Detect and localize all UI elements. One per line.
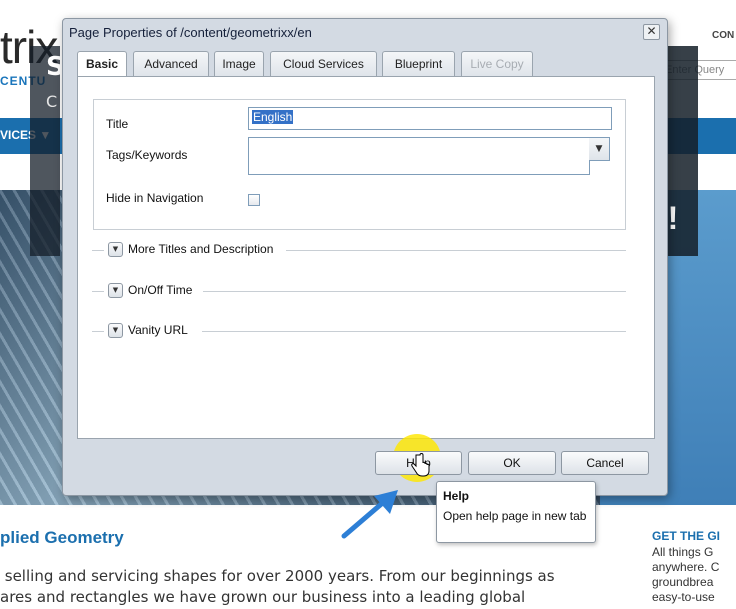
side-body-line: anywhere. C <box>652 560 720 574</box>
dialog-title: Page Properties of /content/geometrixx/e… <box>69 25 312 40</box>
tab-live-copy: Live Copy <box>461 51 533 76</box>
section-body-line: ares and rectangles we have grown our bu… <box>0 588 526 606</box>
annotation-arrow-icon <box>341 490 398 539</box>
section-body-line: selling and servicing shapes for over 20… <box>0 567 555 585</box>
hide-in-navigation-label: Hide in Navigation <box>106 191 204 205</box>
side-body-line: easy-to-use <box>652 590 715 604</box>
side-body-line: groundbrea <box>652 575 714 589</box>
section-label: Vanity URL <box>128 323 192 337</box>
close-icon[interactable]: ✕ <box>643 24 660 40</box>
chevron-down-icon[interactable]: ▼ <box>589 137 610 161</box>
title-label: Title <box>106 117 129 131</box>
hide-in-navigation-checkbox[interactable] <box>248 194 260 206</box>
tab-image[interactable]: Image <box>214 51 264 76</box>
side-body: All things G anywhere. C groundbrea easy… <box>652 545 736 605</box>
ok-button[interactable]: OK <box>468 451 556 475</box>
section-on-off-time[interactable]: ▼ On/Off Time <box>92 283 626 299</box>
section-heading: plied Geometry <box>0 528 124 547</box>
section-more-titles[interactable]: ▼ More Titles and Description <box>92 242 626 258</box>
title-input-value: English <box>252 110 294 124</box>
hero-subheading: C <box>46 92 58 111</box>
section-label: On/Off Time <box>128 283 197 297</box>
tab-basic[interactable]: Basic <box>77 51 127 78</box>
tab-panel-basic: Title English Tags/Keywords ▼ Hide in Na… <box>77 76 655 439</box>
tooltip-title: Help <box>443 489 470 503</box>
section-body: selling and servicing shapes for over 20… <box>0 566 640 608</box>
tab-advanced[interactable]: Advanced <box>133 51 209 76</box>
page-properties-dialog: Page Properties of /content/geometrixx/e… <box>62 18 668 496</box>
side-body-line: All things G <box>652 545 714 559</box>
section-vanity-url[interactable]: ▼ Vanity URL <box>92 323 626 339</box>
hand-cursor-icon <box>411 453 430 477</box>
tab-cloud-services[interactable]: Cloud Services <box>270 51 377 76</box>
expand-toggle-icon[interactable]: ▼ <box>108 323 123 338</box>
tags-label: Tags/Keywords <box>106 148 188 162</box>
tab-blueprint[interactable]: Blueprint <box>382 51 455 76</box>
title-input[interactable]: English <box>248 107 612 130</box>
cancel-button[interactable]: Cancel <box>561 451 649 475</box>
expand-toggle-icon[interactable]: ▼ <box>108 283 123 298</box>
tags-input[interactable] <box>248 137 590 175</box>
top-nav-link[interactable]: CON <box>712 30 734 41</box>
expand-toggle-icon[interactable]: ▼ <box>108 242 123 257</box>
side-heading[interactable]: GET THE GI <box>652 529 720 543</box>
help-tooltip: Help Open help page in new tab <box>436 481 596 543</box>
section-label: More Titles and Description <box>128 242 278 256</box>
tooltip-body: Open help page in new tab <box>443 509 587 523</box>
